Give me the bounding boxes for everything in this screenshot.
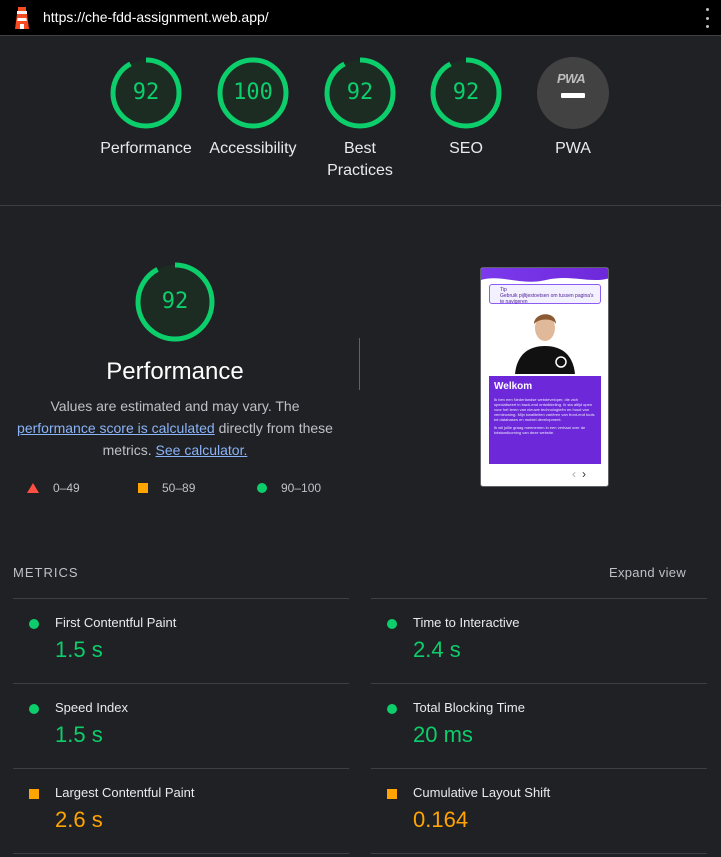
metric-value: 2.6 s (55, 807, 103, 832)
metric-name: Cumulative Layout Shift (413, 785, 551, 800)
metric-value: 1.5 s (55, 722, 103, 747)
chevron-right-icon: › (582, 467, 592, 481)
chevron-left-icon: ‹ (572, 467, 582, 481)
metric-value: 20 ms (413, 722, 473, 747)
see-calculator-link[interactable]: See calculator. (156, 442, 248, 458)
final-screenshot-thumbnail[interactable]: Tip Gebruik pijltjestoetsen om tussen pa… (480, 267, 609, 487)
legend-range: 0–49 (53, 481, 80, 495)
metric-name: Largest Contentful Paint (55, 785, 195, 800)
legend-pass: 90–100 (257, 481, 321, 495)
pwa-logo: PWA (557, 71, 586, 86)
metric-largest-contentful-paint: Largest Contentful Paint 2.6 s (13, 768, 349, 853)
metric-value: 0.164 (413, 807, 469, 832)
profile-photo-icon (511, 306, 579, 374)
pwa-dash-icon (561, 93, 585, 98)
more-options-icon[interactable] (704, 8, 710, 28)
legend-fail: 0–49 (27, 481, 80, 495)
performance-gauge: 92 (135, 262, 215, 342)
metric-speed-index: Speed Index 1.5 s (13, 683, 349, 768)
gauge-accessibility[interactable]: 100 Accessibility (193, 57, 313, 160)
fail-triangle-icon (27, 483, 39, 493)
divider (371, 853, 707, 854)
performance-score: 92 (161, 289, 189, 314)
url-bar: https://che-fdd-assignment.web.app/ (0, 0, 721, 36)
metric-value: 1.5 s (55, 637, 103, 662)
legend-average: 50–89 (138, 481, 195, 495)
gauge-score: 92 (132, 80, 160, 105)
metric-value: 2.4 s (413, 637, 461, 662)
gauge-label: Performance (100, 140, 192, 157)
metric-cumulative-layout-shift: Cumulative Layout Shift 0.164 (371, 768, 707, 853)
gauge-score: 92 (452, 80, 480, 105)
metrics-heading: METRICS (13, 565, 79, 580)
gauge-label: Best Practices (300, 138, 420, 182)
pass-circle-icon (387, 619, 397, 629)
thumb-card-title: Welkom (494, 381, 533, 392)
legend-range: 50–89 (162, 481, 196, 495)
page-url: https://che-fdd-assignment.web.app/ (43, 9, 269, 25)
score-summary: 92 Performance 100 Accessibility 92 Best… (0, 36, 721, 206)
desc-text: Values are estimated and may vary. The (50, 398, 300, 414)
pass-circle-icon (29, 704, 39, 714)
average-square-icon (387, 789, 397, 799)
gauge-label-line2: Practices (327, 162, 393, 179)
performance-description: Values are estimated and may vary. The p… (15, 395, 335, 461)
average-square-icon (138, 483, 148, 493)
gauge-label-line1: Best (343, 140, 376, 157)
gauge-label: PWA (555, 140, 591, 157)
thumb-tip-box: Tip Gebruik pijltjestoetsen om tussen pa… (489, 284, 601, 305)
gauge-score: 100 (233, 80, 273, 105)
metric-time-to-interactive: Time to Interactive 2.4 s (371, 598, 707, 683)
metric-first-contentful-paint: First Contentful Paint 1.5 s (13, 598, 349, 683)
gauge-label: SEO (449, 140, 483, 157)
average-square-icon (29, 789, 39, 799)
thumb-tip-text: Gebruik pijltjestoetsen om tussen pagina… (500, 293, 594, 305)
gauge-performance[interactable]: 92 Performance (86, 57, 206, 160)
metric-name: Time to Interactive (413, 615, 520, 630)
gauge-best-practices[interactable]: 92 Best Practices (300, 57, 420, 182)
expand-view-toggle[interactable]: Expand view (609, 565, 686, 580)
metric-name: Speed Index (55, 700, 129, 715)
gauge-label: Accessibility (209, 140, 297, 157)
pwa-badge-icon: PWA (537, 57, 609, 129)
lighthouse-icon (15, 7, 29, 29)
metric-name: First Contentful Paint (55, 615, 177, 630)
divider (359, 338, 360, 390)
metric-total-blocking-time: Total Blocking Time 20 ms (371, 683, 707, 768)
gauge-score: 92 (346, 80, 374, 105)
pass-circle-icon (29, 619, 39, 629)
score-calculated-link[interactable]: performance score is calculated (17, 420, 215, 436)
divider (13, 853, 349, 854)
gauge-seo[interactable]: 92 SEO (406, 57, 526, 160)
pass-circle-icon (257, 483, 267, 493)
thumb-welcome-card: Welkom Ik ben een Nederlandse webdevelop… (489, 376, 601, 464)
thumb-card-text: Ik wil jullie graag meenemen in een verh… (494, 425, 586, 435)
legend-range: 90–100 (281, 481, 322, 495)
gauge-pwa[interactable]: PWA PWA (513, 57, 633, 160)
thumb-nav: ‹› (572, 467, 592, 481)
performance-title: Performance (106, 358, 244, 385)
pass-circle-icon (387, 704, 397, 714)
metric-name: Total Blocking Time (413, 700, 525, 715)
thumb-card-text: Ik ben een Nederlandse webdeveloper, die… (494, 397, 595, 422)
